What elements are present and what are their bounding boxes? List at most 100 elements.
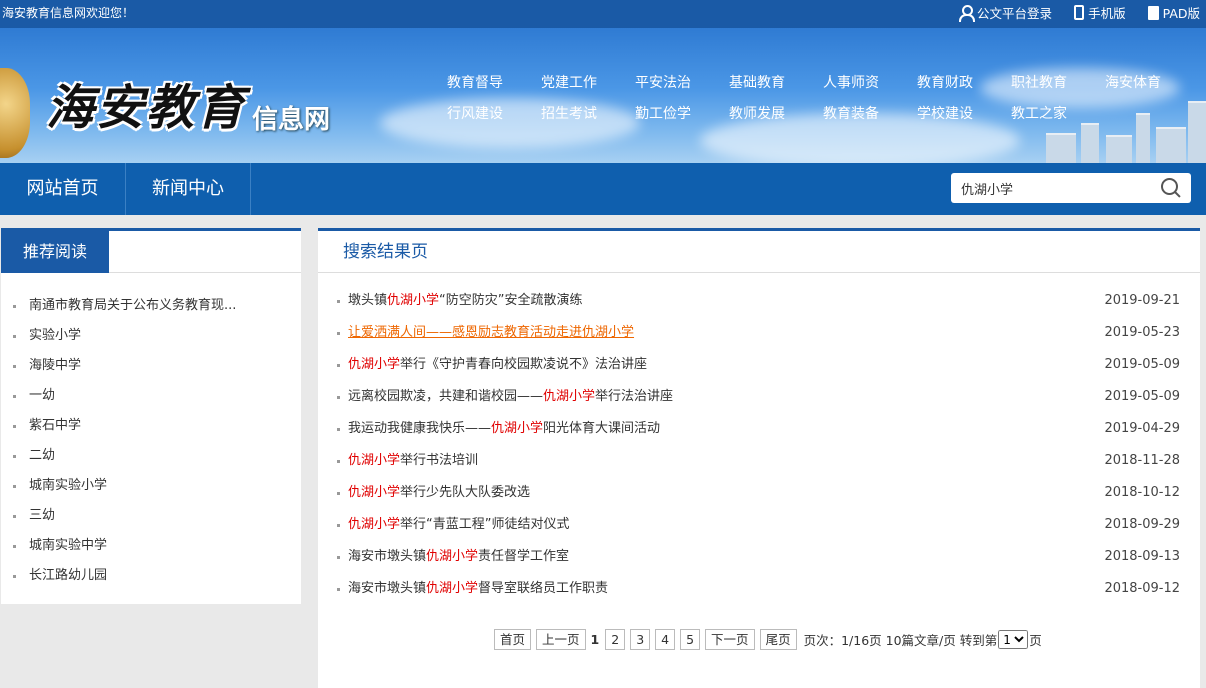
main-nav: 网站首页 新闻中心 [0, 163, 1206, 215]
result-title[interactable]: 让爱洒满人间——感恩励志教育活动走进仇湖小学 [348, 325, 634, 340]
menu-item[interactable]: 行风建设 [447, 103, 541, 123]
result-date: 2019-05-09 [1104, 357, 1180, 372]
menu-item[interactable]: 教师发展 [729, 103, 823, 123]
result-item[interactable]: 仇湖小学举行《守护青春向校园欺凌说不》法治讲座 2019-05-09 [336, 349, 1182, 381]
keyword-highlight: 仇湖小学 [543, 389, 596, 404]
result-item[interactable]: 让爱洒满人间——感恩励志教育活动走进仇湖小学 2019-05-23 [336, 317, 1182, 349]
keyword-highlight: 仇湖小学 [387, 293, 440, 308]
list-item[interactable]: 紫石中学 [1, 411, 301, 441]
result-title[interactable]: 远离校园欺凌，共建和谐校园——仇湖小学举行法治讲座 [348, 389, 673, 404]
keyword-highlight: 仇湖小学 [348, 357, 401, 372]
menu-item[interactable]: 教育财政 [917, 72, 1011, 92]
search-input[interactable] [961, 178, 1151, 198]
menu-item[interactable]: 教育督导 [447, 72, 541, 92]
tablet-icon [1147, 5, 1159, 20]
first-page-button[interactable]: 首页 [494, 629, 532, 650]
recommended-reading-panel: 推荐阅读 南通市教育局关于公布义务教育现... 实验小学 海陵中学 一幼 紫石中… [1, 228, 301, 604]
result-date: 2018-10-12 [1104, 485, 1180, 500]
result-item[interactable]: 海安市墩头镇仇湖小学督导室联络员工作职责 2018-09-12 [336, 573, 1182, 605]
list-item[interactable]: 二幼 [1, 441, 301, 471]
result-item[interactable]: 墩头镇仇湖小学“防空防灾”安全疏散演练 2019-09-21 [336, 285, 1182, 317]
top-links: 公文平台登录 手机版 PAD版 [959, 3, 1200, 22]
result-item[interactable]: 仇湖小学举行书法培训 2018-11-28 [336, 445, 1182, 477]
result-title[interactable]: 我运动我健康我快乐——仇湖小学阳光体育大课间活动 [348, 421, 660, 436]
results-title: 搜索结果页 [343, 242, 428, 262]
pad-version-link[interactable]: PAD版 [1147, 3, 1200, 22]
menu-item[interactable]: 教工之家 [1011, 103, 1105, 123]
list-item[interactable]: 城南实验中学 [1, 531, 301, 561]
result-item[interactable]: 仇湖小学举行“青蓝工程”师徒结对仪式 2018-09-29 [336, 509, 1182, 541]
logo-subtitle: 信息网 [252, 105, 331, 135]
page-suffix: 页 [1029, 633, 1042, 648]
result-title[interactable]: 仇湖小学举行《守护青春向校园欺凌说不》法治讲座 [348, 357, 647, 372]
menu-item[interactable]: 学校建设 [917, 103, 1011, 123]
search-results-panel: 搜索结果页 墩头镇仇湖小学“防空防灾”安全疏散演练 2019-09-21 让爱洒满… [318, 228, 1200, 688]
menu-item[interactable]: 党建工作 [541, 72, 635, 92]
page-button[interactable]: 2 [605, 629, 626, 650]
keyword-highlight: 仇湖小学 [491, 421, 544, 436]
keyword-highlight: 仇湖小学 [582, 325, 635, 340]
search-icon[interactable] [1161, 178, 1181, 198]
result-date: 2019-09-21 [1104, 293, 1180, 308]
pagination: 首页 上一页 1 2 3 4 5 下一页 尾页 页次：1/16页 10篇文章/页… [494, 629, 1042, 650]
tab-news-center[interactable]: 新闻中心 [126, 163, 251, 215]
list-item[interactable]: 南通市教育局关于公布义务教育现... [1, 291, 301, 321]
page-button[interactable]: 3 [630, 629, 651, 650]
result-title[interactable]: 仇湖小学举行“青蓝工程”师徒结对仪式 [348, 517, 570, 532]
menu-item[interactable]: 基础教育 [729, 72, 823, 92]
result-item[interactable]: 仇湖小学举行少先队大队委改选 2018-10-12 [336, 477, 1182, 509]
menu-item[interactable]: 勤工俭学 [635, 103, 729, 123]
keyword-highlight: 仇湖小学 [426, 581, 479, 596]
logo-text: 海安教育 [46, 80, 247, 136]
result-title[interactable]: 仇湖小学举行书法培训 [348, 453, 478, 468]
menu-item[interactable]: 教育装备 [823, 103, 917, 123]
list-item[interactable]: 一幼 [1, 381, 301, 411]
result-date: 2018-09-12 [1104, 581, 1180, 596]
official-platform-login-link[interactable]: 公文平台登录 [959, 3, 1052, 22]
menu-item[interactable]: 招生考试 [541, 103, 635, 123]
list-item[interactable]: 三幼 [1, 501, 301, 531]
keyword-highlight: 仇湖小学 [348, 517, 401, 532]
list-item[interactable]: 长江路幼儿园 [1, 561, 301, 591]
panel-title: 推荐阅读 [1, 231, 109, 273]
menu-item[interactable]: 人事师资 [823, 72, 917, 92]
keyword-highlight: 仇湖小学 [348, 485, 401, 500]
page-button[interactable]: 5 [680, 629, 701, 650]
site-logo[interactable]: 海安教育 信息网 [46, 68, 330, 138]
keyword-highlight: 仇湖小学 [426, 549, 479, 564]
list-item[interactable]: 实验小学 [1, 321, 301, 351]
mobile-version-link[interactable]: 手机版 [1074, 3, 1126, 22]
result-item[interactable]: 海安市墩头镇仇湖小学责任督学工作室 2018-09-13 [336, 541, 1182, 573]
ornament-decoration [0, 68, 30, 158]
official-platform-login-label: 公文平台登录 [977, 6, 1053, 21]
result-title[interactable]: 海安市墩头镇仇湖小学责任督学工作室 [348, 549, 569, 564]
current-page: 1 [590, 632, 600, 647]
result-title[interactable]: 墩头镇仇湖小学“防空防灾”安全疏散演练 [348, 293, 583, 308]
phone-icon [1074, 5, 1085, 20]
result-title[interactable]: 仇湖小学举行少先队大队委改选 [348, 485, 530, 500]
result-date: 2018-09-13 [1104, 549, 1180, 564]
panel-header: 搜索结果页 [318, 231, 1200, 273]
top-bar: 海安教育信息网欢迎您！ 公文平台登录 手机版 PAD版 [0, 0, 1206, 28]
prev-page-button[interactable]: 上一页 [536, 629, 586, 650]
page-jump-select[interactable]: 1 [998, 630, 1029, 649]
result-date: 2018-11-28 [1104, 453, 1180, 468]
result-item[interactable]: 远离校园欺凌，共建和谐校园——仇湖小学举行法治讲座 2019-05-09 [336, 381, 1182, 413]
panel-header: 推荐阅读 [1, 231, 301, 273]
result-title[interactable]: 海安市墩头镇仇湖小学督导室联络员工作职责 [348, 581, 608, 596]
result-item[interactable]: 我运动我健康我快乐——仇湖小学阳光体育大课间活动 2019-04-29 [336, 413, 1182, 445]
menu-item[interactable]: 职社教育 [1011, 72, 1105, 92]
tab-home[interactable]: 网站首页 [0, 163, 126, 215]
recommended-list: 南通市教育局关于公布义务教育现... 实验小学 海陵中学 一幼 紫石中学 二幼 … [1, 273, 301, 591]
result-date: 2019-04-29 [1104, 421, 1180, 436]
welcome-text: 海安教育信息网欢迎您！ [2, 6, 135, 20]
page-button[interactable]: 4 [655, 629, 676, 650]
list-item[interactable]: 海陵中学 [1, 351, 301, 381]
pad-version-label: PAD版 [1162, 6, 1200, 21]
last-page-button[interactable]: 尾页 [759, 629, 797, 650]
header-banner: 海安教育 信息网 教育督导 党建工作 平安法治 基础教育 人事师资 教育财政 职… [0, 28, 1206, 163]
next-page-button[interactable]: 下一页 [705, 629, 755, 650]
menu-item[interactable]: 海安体育 [1105, 72, 1199, 92]
list-item[interactable]: 城南实验小学 [1, 471, 301, 501]
menu-item[interactable]: 平安法治 [635, 72, 729, 92]
